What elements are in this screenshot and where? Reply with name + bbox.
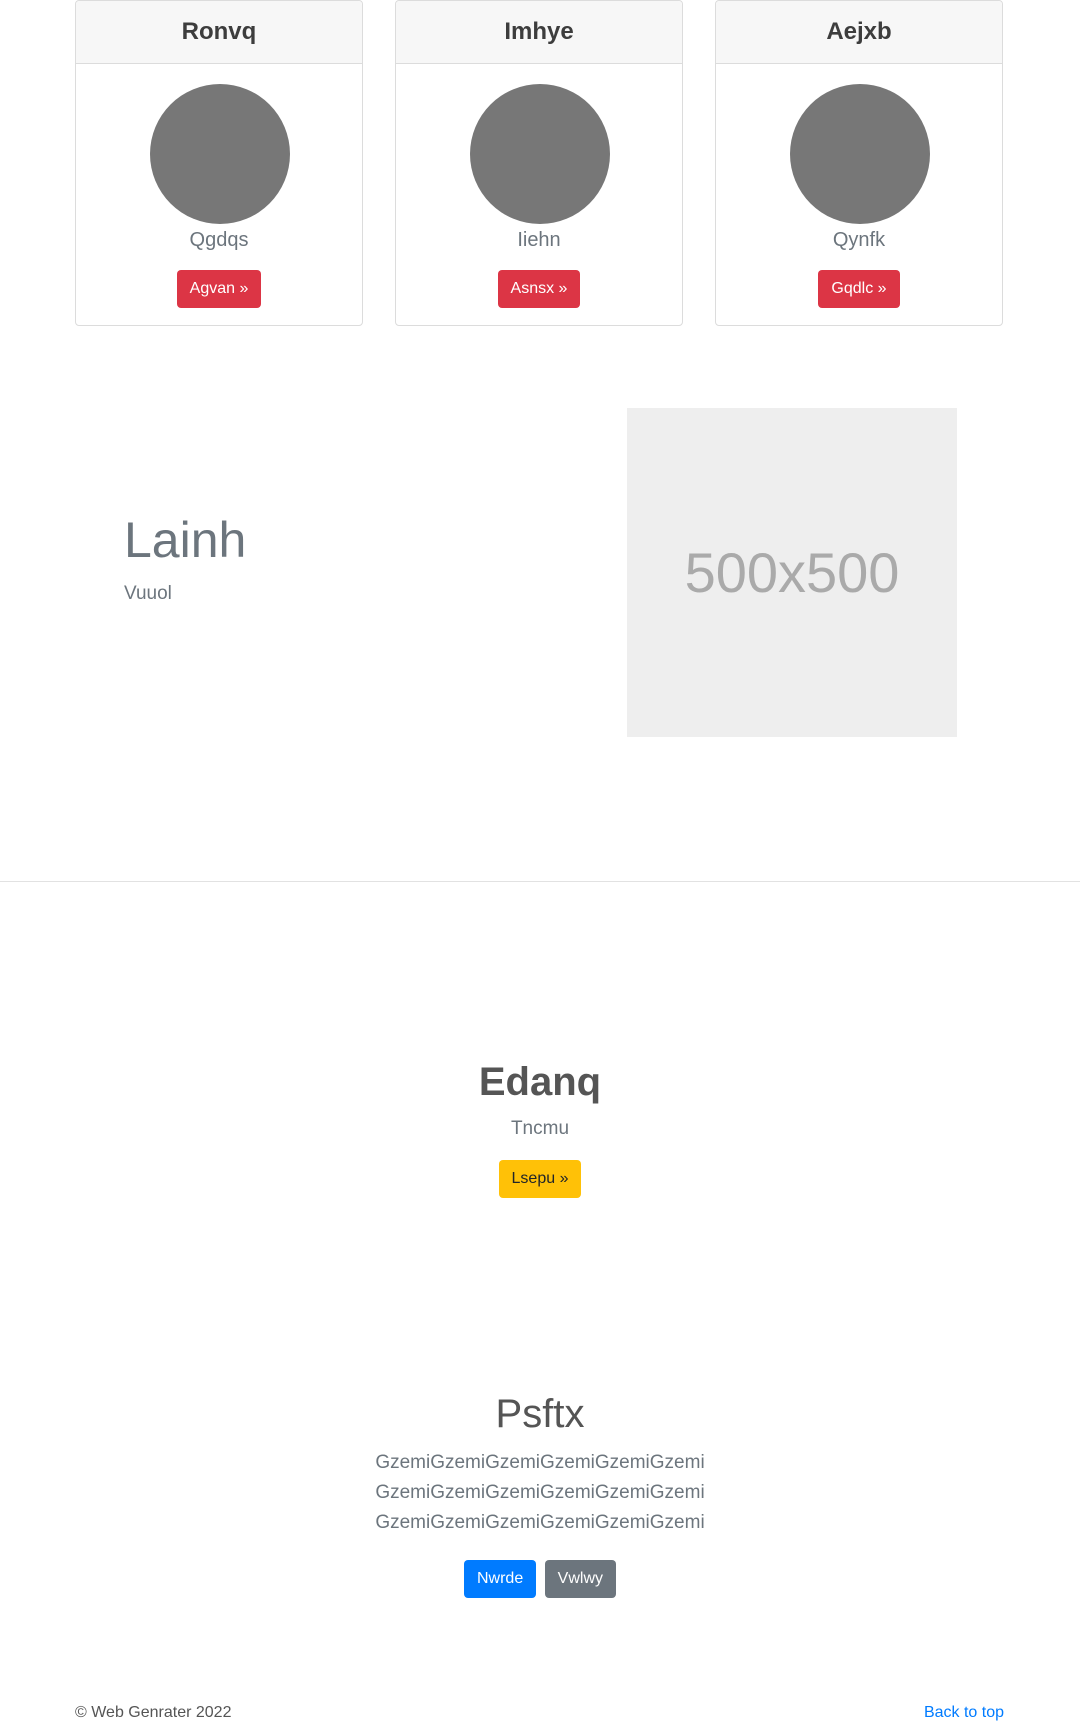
card-button-gqdlc[interactable]: Gqdlc » — [818, 270, 900, 308]
footer-copyright: © Web Genrater 2022 — [75, 1704, 232, 1721]
card-body: Qgdqs Agvan » — [76, 64, 362, 326]
section-text-line: GzemiGzemiGzemiGzemiGzemiGzemi — [375, 1482, 705, 1503]
card-ronvq: Ronvq Qgdqs Agvan » — [75, 0, 363, 326]
section-divider — [0, 881, 1080, 882]
primary-button-nwrde[interactable]: Nwrde — [463, 1560, 537, 1598]
card-text: Qgdqs — [189, 229, 249, 251]
card-aejxb: Aejxb Qynfk Gqdlc » — [715, 0, 1003, 326]
avatar — [790, 84, 930, 224]
card-body: Qynfk Gqdlc » — [716, 64, 1002, 326]
card-text: Qynfk — [832, 229, 886, 251]
card-title: Ronvq — [76, 1, 362, 64]
hero-title: Edanq — [478, 1060, 602, 1104]
section-text-line: GzemiGzemiGzemiGzemiGzemiGzemi — [375, 1452, 705, 1473]
card-button-asnsx[interactable]: Asnsx » — [497, 270, 581, 308]
section-text-line: GzemiGzemiGzemiGzemiGzemiGzemi — [375, 1512, 705, 1533]
placeholder-label: 500x500 — [684, 541, 900, 604]
back-to-top-link[interactable]: Back to top — [924, 1704, 1004, 1722]
section-text: GzemiGzemiGzemiGzemiGzemiGzemi GzemiGzem… — [0, 1448, 1080, 1538]
hero-subtitle: Tncmu — [510, 1118, 570, 1139]
avatar — [470, 84, 610, 224]
feature-heading: Lainh — [124, 512, 247, 568]
card-text: Iiehn — [517, 229, 561, 251]
secondary-button-vwlwy[interactable]: Vwlwy — [544, 1560, 617, 1598]
card-title: Aejxb — [716, 1, 1002, 64]
avatar — [150, 84, 290, 224]
cards-row: Ronvq Qgdqs Agvan » Imhye Iiehn Asnsx » … — [75, 0, 1004, 328]
section-title: Psftx — [495, 1392, 585, 1436]
feature-subtext: Vuuol — [124, 583, 172, 604]
card-button-agvan[interactable]: Agvan » — [176, 270, 262, 308]
hero-button-lsepu[interactable]: Lsepu » — [498, 1160, 582, 1198]
placeholder-image: 500x500 — [627, 408, 957, 737]
card-title: Imhye — [396, 1, 682, 64]
card-body: Iiehn Asnsx » — [396, 64, 682, 326]
card-imhye: Imhye Iiehn Asnsx » — [395, 0, 683, 326]
